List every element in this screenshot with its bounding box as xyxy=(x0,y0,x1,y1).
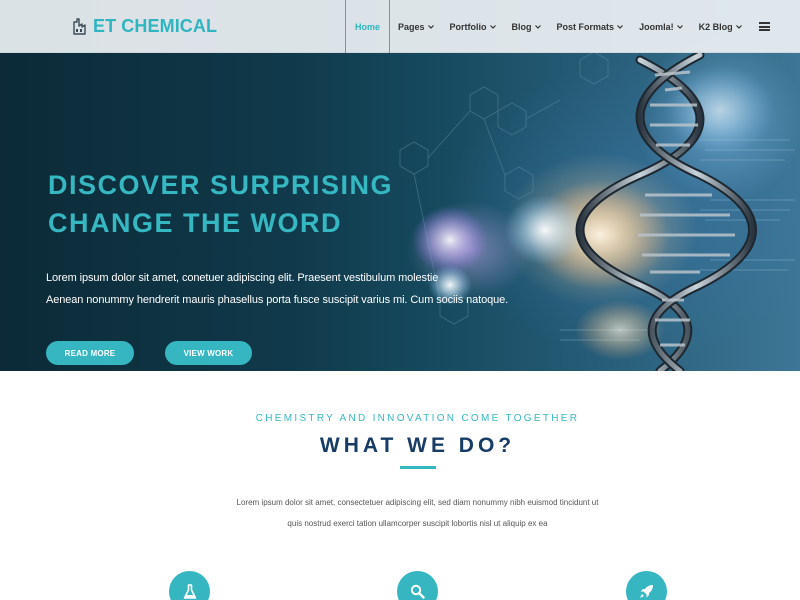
hero-description: Lorem ipsum dolor sit amet, conetuer adi… xyxy=(46,267,546,311)
view-work-button[interactable]: VIEW WORK xyxy=(165,341,252,365)
title-underline xyxy=(400,466,436,469)
section-description: Lorem ipsum dolor sit amet, consectetuer… xyxy=(0,492,800,534)
desc-line2: quis nostrud exerci tation ullamcorper s… xyxy=(287,519,548,528)
chevron-down-icon xyxy=(617,24,623,29)
chevron-down-icon xyxy=(735,24,742,29)
nav-item-home[interactable]: Home xyxy=(345,0,391,53)
hamburger-menu-icon[interactable] xyxy=(750,0,780,53)
nav-item-label: Portfolio xyxy=(449,21,487,32)
nav-item-post-formats[interactable]: Post Formats xyxy=(549,0,632,53)
desc-line1: Lorem ipsum dolor sit amet, consectetuer… xyxy=(236,498,599,507)
read-more-button[interactable]: READ MORE xyxy=(46,341,134,365)
nav-item-label: Blog xyxy=(511,21,532,32)
main-nav: Home Pages Portfolio Blog Post Formats J… xyxy=(345,0,780,53)
chevron-down-icon xyxy=(534,24,541,29)
site-logo[interactable]: ET CHEMICAL xyxy=(72,14,217,38)
nav-item-label: Joomla! xyxy=(639,21,674,32)
section-title: WHAT WE DO? xyxy=(319,434,516,457)
hero-text-line2: Aenean nonummy hendrerit mauris phasellu… xyxy=(46,294,509,306)
nav-item-label: Post Formats xyxy=(556,21,615,32)
site-header: ET CHEMICAL Home Pages Portfolio Blog Po… xyxy=(0,0,800,53)
hero-text-line1: Lorem ipsum dolor sit amet, conetuer adi… xyxy=(46,272,439,284)
section-kicker: CHEMISTRY AND INNOVATION COME TOGETHER xyxy=(255,413,580,424)
hero-title-line2: CHANGE THE WORD xyxy=(48,208,342,238)
logo-text: ET CHEMICAL xyxy=(93,15,218,36)
hero-title: DISCOVER SURPRISING CHANGE THE WORD xyxy=(48,166,408,242)
nav-item-portfolio[interactable]: Portfolio xyxy=(442,0,504,53)
nav-item-label: Pages xyxy=(398,21,425,32)
nav-item-label: K2 Blog xyxy=(698,21,733,32)
search-icon xyxy=(397,571,438,600)
chevron-down-icon xyxy=(676,24,683,29)
nav-item-blog[interactable]: Blog xyxy=(504,0,549,53)
hero-title-line1: DISCOVER SURPRISING xyxy=(48,170,394,200)
chevron-down-icon xyxy=(427,24,434,29)
nav-item-pages[interactable]: Pages xyxy=(390,0,442,53)
factory-icon xyxy=(73,18,86,35)
nav-item-label: Home xyxy=(355,21,381,32)
rocket-icon xyxy=(626,571,667,600)
nav-item-joomla[interactable]: Joomla! xyxy=(631,0,691,53)
flask-icon xyxy=(169,571,210,600)
nav-item-k2-blog[interactable]: K2 Blog xyxy=(691,0,750,53)
chevron-down-icon xyxy=(489,24,496,29)
